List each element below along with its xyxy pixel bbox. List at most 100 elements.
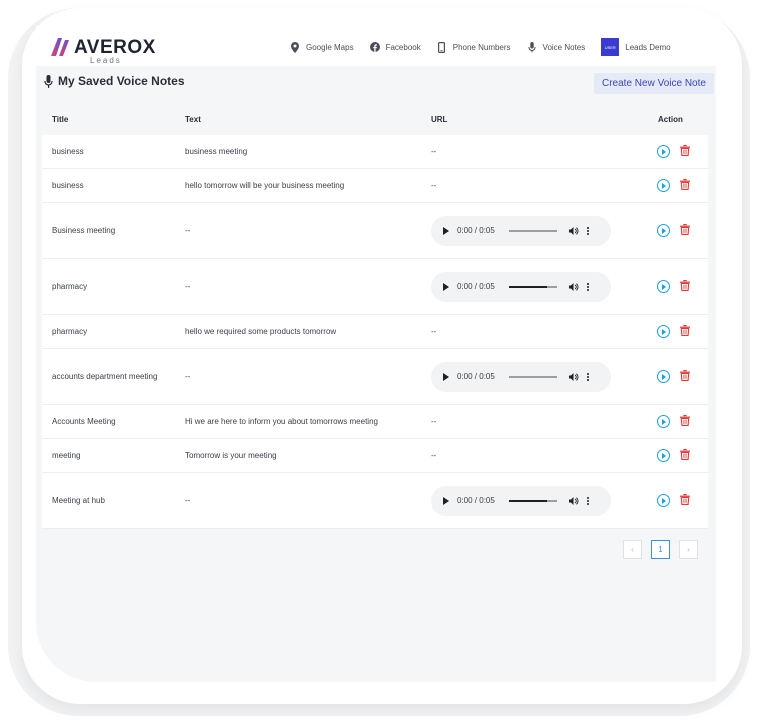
create-voice-note-button[interactable]: Create New Voice Note (594, 73, 714, 94)
logo-sub: Leads (90, 56, 122, 65)
audio-progress-track[interactable] (509, 375, 557, 378)
table-header: Title Text URL Action (42, 104, 708, 135)
cell-url: 0:00 / 0:05 (431, 485, 647, 516)
play-circle-icon[interactable] (657, 179, 670, 192)
audio-player[interactable]: 0:00 / 0:05 (431, 215, 611, 246)
play-circle-icon[interactable] (657, 280, 670, 293)
table-row: accounts department meeting -- 0:00 / 0:05 (42, 349, 708, 405)
top-nav: Google Maps Facebook Phone Numbers Voice… (290, 38, 687, 56)
audio-progress-track[interactable] (509, 285, 557, 288)
cell-action (647, 325, 708, 338)
nav-label: Voice Notes (542, 42, 586, 52)
cell-action (647, 179, 708, 192)
audio-time: 0:00 / 0:05 (457, 282, 495, 291)
cell-title: Business meeting (52, 226, 116, 235)
cell-url: 0:00 / 0:05 (431, 361, 647, 392)
volume-icon[interactable] (569, 282, 579, 292)
nav-label: Facebook (385, 42, 421, 52)
cell-url: -- (431, 147, 437, 156)
microphone-icon (527, 41, 537, 53)
trash-icon[interactable] (680, 224, 690, 237)
volume-icon[interactable] (569, 226, 579, 236)
play-circle-icon[interactable] (657, 449, 670, 462)
play-circle-icon[interactable] (657, 494, 670, 507)
trash-icon[interactable] (680, 449, 690, 462)
cell-url: -- (431, 181, 437, 190)
trash-icon[interactable] (680, 325, 690, 338)
table-row: Business meeting -- 0:00 / 0:05 (42, 203, 708, 259)
audio-progress-fill (509, 499, 548, 502)
cell-text: business meeting (185, 147, 248, 156)
volume-icon[interactable] (569, 496, 579, 506)
nav-facebook[interactable]: Facebook (369, 42, 421, 53)
phone-icon (437, 41, 447, 53)
cell-title: meeting (52, 451, 81, 460)
trash-icon[interactable] (680, 415, 690, 428)
averox-logo[interactable]: AVEROX Leads (50, 35, 155, 65)
map-pin-icon (290, 41, 300, 53)
table-row: pharmacy hello we required some products … (42, 315, 708, 349)
cell-url: 0:00 / 0:05 (431, 271, 647, 302)
more-options-icon[interactable] (587, 372, 589, 381)
more-options-icon[interactable] (587, 226, 589, 235)
audio-time: 0:00 / 0:05 (457, 496, 495, 505)
play-circle-icon[interactable] (657, 325, 670, 338)
table-row: business hello tomorrow will be your busi… (42, 169, 708, 203)
more-options-icon[interactable] (587, 496, 589, 505)
cell-action (647, 224, 708, 237)
audio-play-icon[interactable] (443, 226, 449, 235)
user-menu[interactable]: USER Leads Demo (601, 38, 671, 56)
page-title: My Saved Voice Notes (44, 74, 185, 88)
cell-title: business (52, 147, 84, 156)
table-row: pharmacy -- 0:00 / 0:05 (42, 259, 708, 315)
trash-icon[interactable] (680, 145, 690, 158)
play-circle-icon[interactable] (657, 224, 670, 237)
page-1-button[interactable]: 1 (651, 540, 670, 559)
cell-text: -- (185, 496, 191, 505)
header-url: URL (431, 115, 448, 124)
cell-title: Accounts Meeting (52, 417, 116, 426)
header-text: Text (185, 115, 201, 124)
next-page-button[interactable]: › (679, 540, 698, 559)
table-row: Accounts Meeting Hi we are here to inform… (42, 405, 708, 439)
nav-phone-numbers[interactable]: Phone Numbers (437, 41, 511, 53)
nav-voice-notes[interactable]: Voice Notes (527, 41, 586, 53)
trash-icon[interactable] (680, 370, 690, 383)
play-circle-icon[interactable] (657, 370, 670, 383)
audio-progress-fill (509, 285, 548, 288)
trash-icon[interactable] (680, 280, 690, 293)
cell-action (647, 280, 708, 293)
audio-play-icon[interactable] (443, 282, 449, 291)
voice-notes-table: Title Text URL Action business business m… (42, 104, 708, 529)
audio-player[interactable]: 0:00 / 0:05 (431, 361, 611, 392)
table-row: Meeting at hub -- 0:00 / 0:05 (42, 473, 708, 529)
audio-player[interactable]: 0:00 / 0:05 (431, 271, 611, 302)
app-window: AVEROX Leads Google Maps Facebook Phone … (36, 26, 716, 682)
cell-title: accounts department meeting (52, 372, 158, 381)
trash-icon[interactable] (680, 494, 690, 507)
nav-label: Google Maps (306, 42, 354, 52)
cell-action (647, 145, 708, 158)
prev-page-button[interactable]: ‹ (623, 540, 642, 559)
cell-action (647, 370, 708, 383)
pagination: ‹ 1 › (623, 540, 707, 559)
cell-text: -- (185, 372, 191, 381)
audio-player[interactable]: 0:00 / 0:05 (431, 485, 611, 516)
nav-google-maps[interactable]: Google Maps (290, 41, 354, 53)
audio-play-icon[interactable] (443, 496, 449, 505)
audio-progress-track[interactable] (509, 229, 557, 232)
play-circle-icon[interactable] (657, 145, 670, 158)
cell-title: Meeting at hub (52, 496, 105, 505)
play-circle-icon[interactable] (657, 415, 670, 428)
cell-action (647, 494, 708, 507)
audio-progress-track[interactable] (509, 499, 557, 502)
trash-icon[interactable] (680, 179, 690, 192)
user-avatar: USER (601, 38, 620, 56)
cell-url: -- (431, 451, 437, 460)
more-options-icon[interactable] (587, 282, 589, 291)
table-row: business business meeting -- (42, 135, 708, 169)
volume-icon[interactable] (569, 372, 579, 382)
microphone-icon (44, 74, 53, 88)
cell-title: business (52, 181, 84, 190)
audio-play-icon[interactable] (443, 372, 449, 381)
